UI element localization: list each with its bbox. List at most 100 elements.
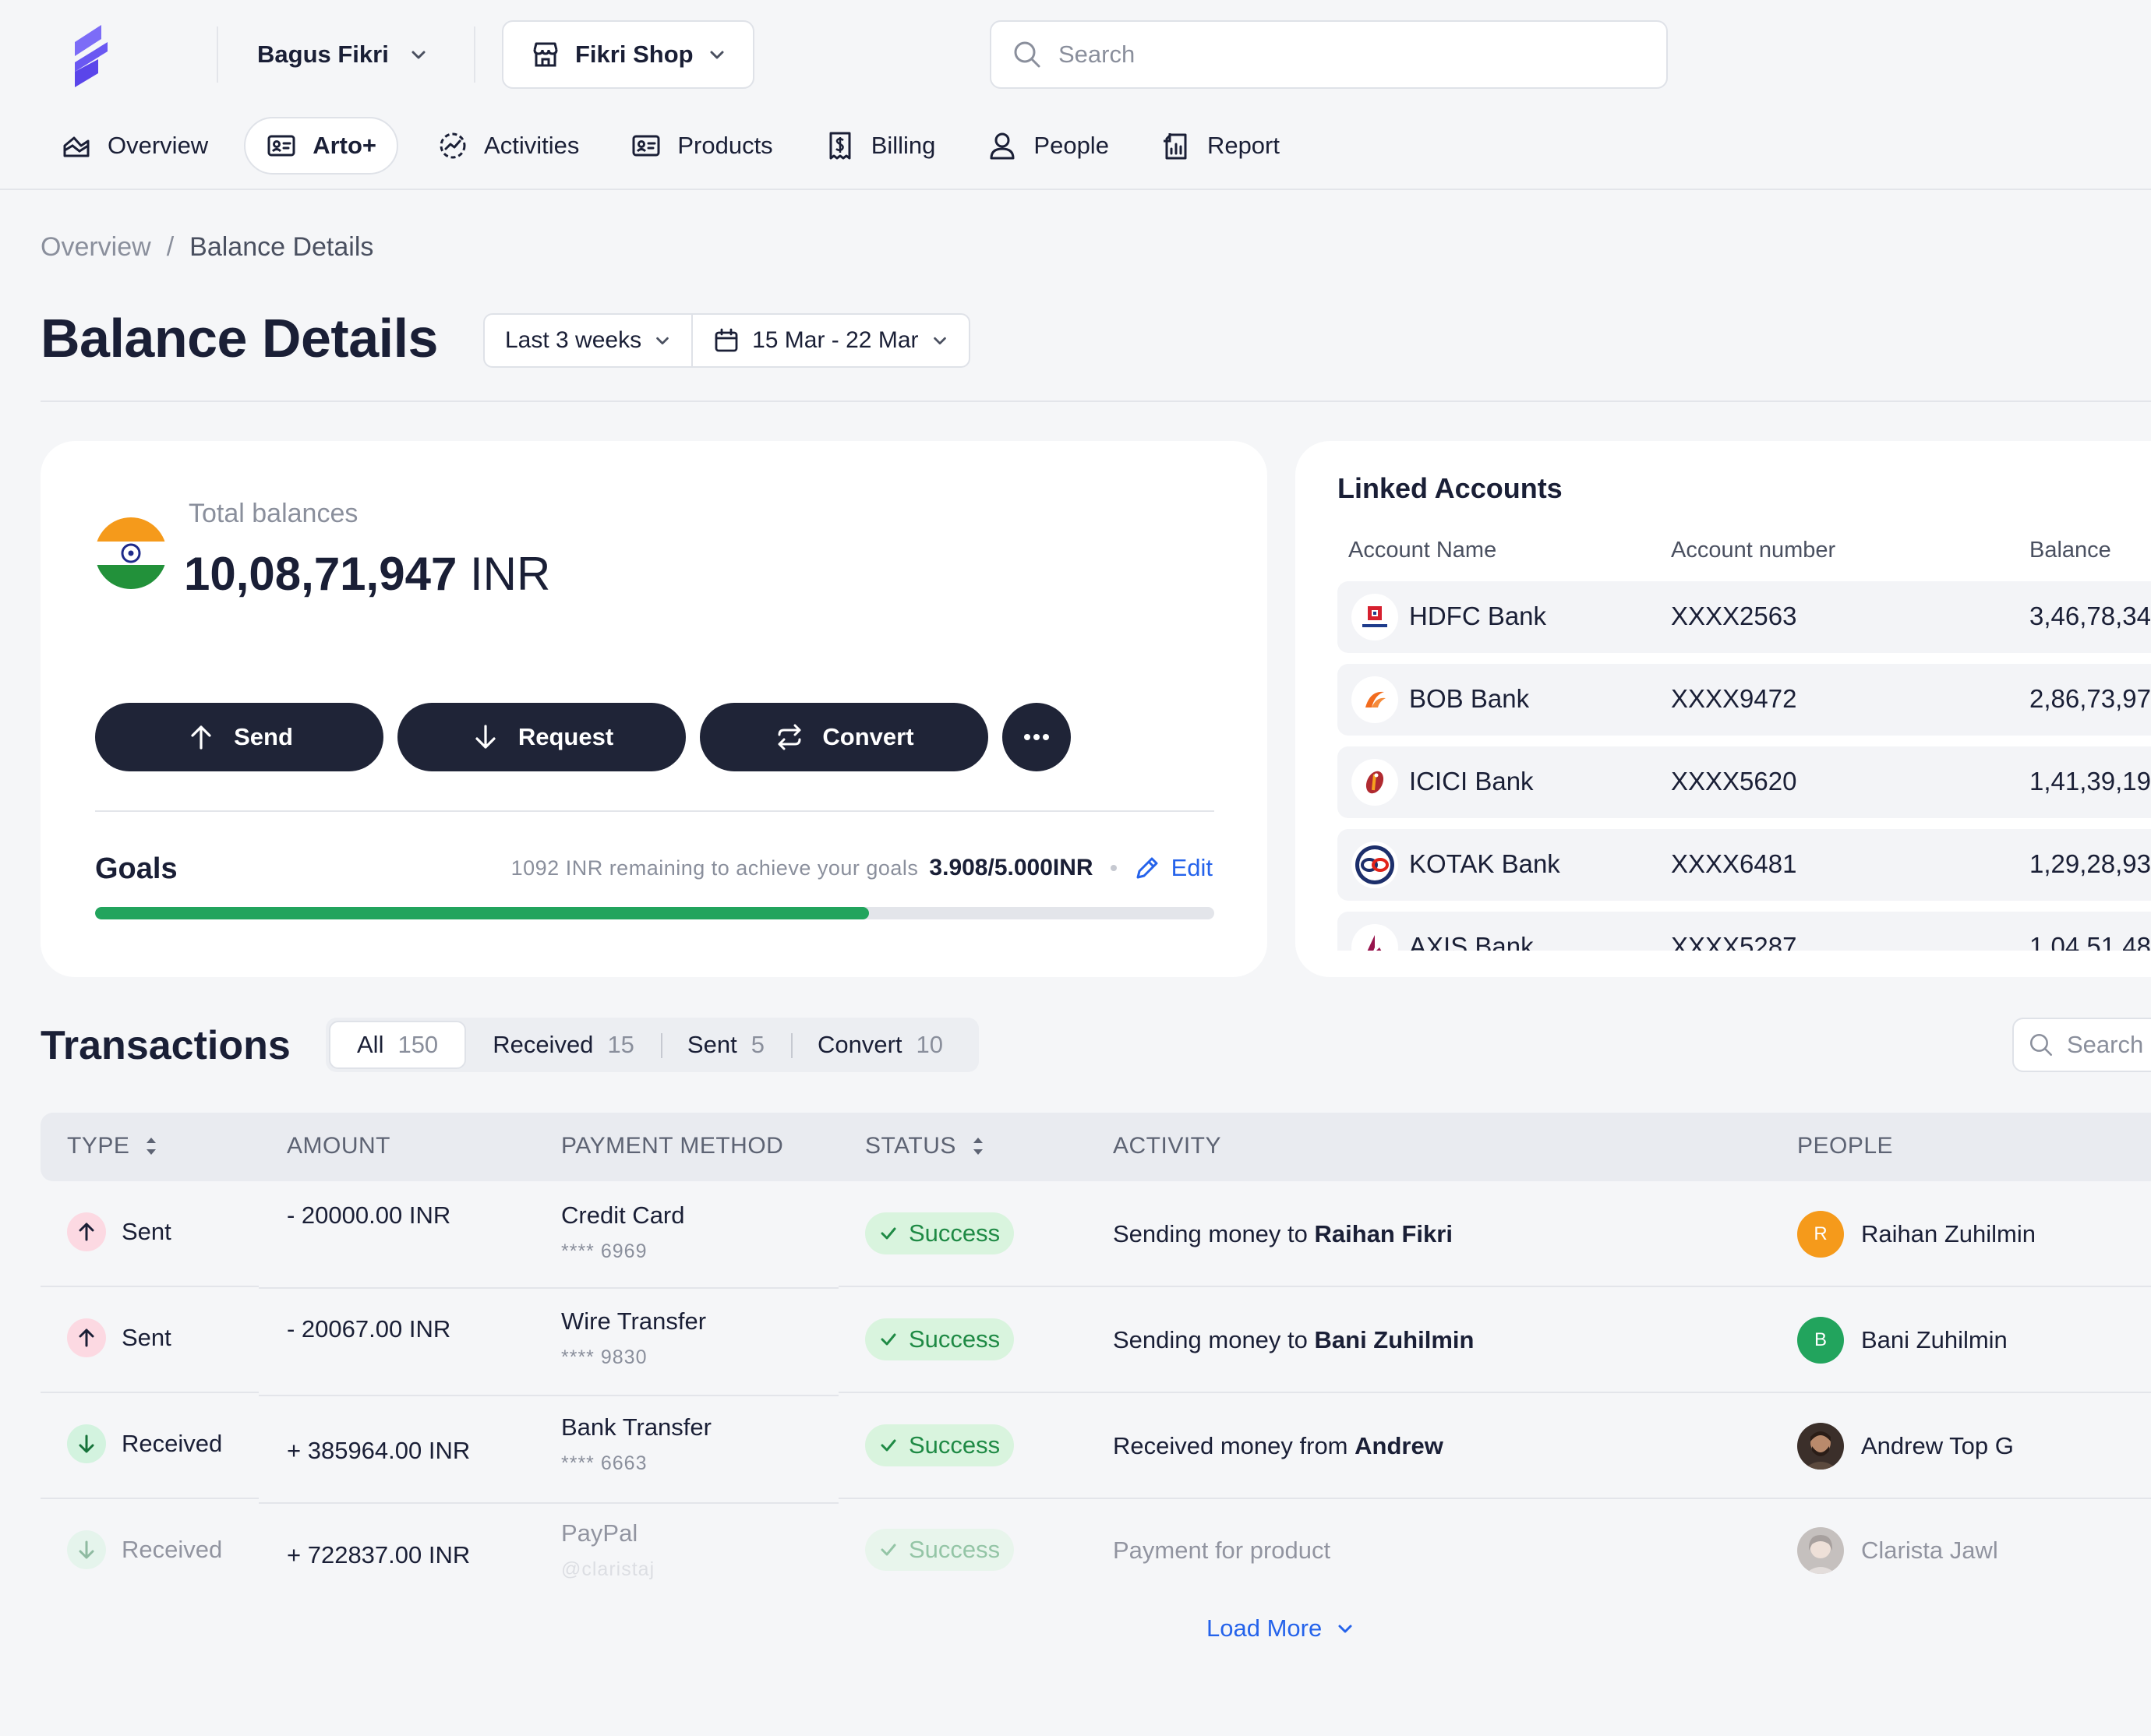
- type-cell: Received: [67, 1530, 222, 1569]
- check-icon: [881, 1544, 896, 1556]
- range-filter-label: Last 3 weeks: [505, 327, 642, 353]
- transaction-search-input[interactable]: [2067, 1031, 2151, 1059]
- linked-accounts-card: Linked Accounts Account Name Account num…: [1295, 441, 2151, 977]
- type-cell: Received: [67, 1424, 222, 1463]
- col-type[interactable]: TYPE: [67, 1133, 159, 1159]
- people-cell: Clarista Jawl: [1797, 1527, 1998, 1574]
- table-row[interactable]: Sent - 20000.00 INR Credit Card **** 696…: [41, 1181, 2151, 1287]
- status-label: Success: [909, 1219, 1001, 1247]
- payment-method: Bank Transfer **** 6663: [561, 1413, 712, 1475]
- tab-label: Convert: [817, 1031, 902, 1058]
- account-row[interactable]: ICICI Bank XXXX5620 1,41,39,199: [1337, 746, 2151, 818]
- convert-button[interactable]: Convert: [700, 703, 988, 771]
- account-name: HDFC Bank: [1409, 602, 1547, 630]
- table-row[interactable]: Received + 385964.00 INR Bank Transfer *…: [41, 1393, 2151, 1499]
- store-icon: [533, 42, 558, 67]
- activity-person: Andrew: [1355, 1432, 1443, 1459]
- status-label: Success: [909, 1431, 1001, 1459]
- chevron-down-icon: [656, 337, 669, 345]
- nav-item-products[interactable]: Products: [607, 117, 796, 175]
- account-row[interactable]: HDFC Bank XXXX2563 3,46,78,34: [1337, 581, 2151, 653]
- axis-logo-icon: [1351, 924, 1398, 951]
- send-button[interactable]: Send: [95, 703, 383, 771]
- india-flag-icon: [95, 517, 167, 589]
- transaction-search[interactable]: [2012, 1018, 2151, 1072]
- account-row[interactable]: KOTAK Bank XXXX6481 1,29,28,93: [1337, 829, 2151, 901]
- table-row[interactable]: Sent - 20067.00 INR Wire Transfer **** 9…: [41, 1287, 2151, 1393]
- payment-method: PayPal @claristaj: [561, 1519, 655, 1581]
- breadcrumb-link-overview[interactable]: Overview: [41, 232, 151, 263]
- more-options-button[interactable]: [1002, 703, 1071, 771]
- arrow-down-icon: [475, 725, 496, 749]
- brand-logo-icon[interactable]: [70, 23, 112, 89]
- nav-item-billing[interactable]: Billing: [801, 117, 959, 175]
- status-badge: Success: [865, 1424, 1015, 1466]
- account-row[interactable]: AXIS Bank XXXX5287 1,04,51,48: [1337, 912, 2151, 951]
- date-range-filter[interactable]: 15 Mar - 22 Mar: [691, 315, 968, 366]
- tab-count: 150: [397, 1031, 439, 1058]
- calendar-icon: [715, 328, 738, 352]
- tab-all[interactable]: All 150: [329, 1021, 467, 1069]
- tab-count: 15: [607, 1031, 634, 1058]
- nav-item-people[interactable]: People: [963, 117, 1132, 175]
- send-label: Send: [234, 723, 293, 750]
- tab-count: 10: [916, 1031, 943, 1058]
- status-badge: Success: [865, 1212, 1015, 1254]
- nav-item-report[interactable]: Report: [1137, 117, 1303, 175]
- col-payment-label: PAYMENT METHOD: [561, 1133, 784, 1159]
- app-frame: Bagus Fikri Fikri Shop Overview Arto+ Ac…: [0, 0, 2151, 1736]
- col-activity-label: ACTIVITY: [1113, 1133, 1222, 1159]
- person-name: Raihan Zuhilmin: [1861, 1220, 2036, 1247]
- method-detail: **** 6663: [561, 1452, 648, 1474]
- tab-sent[interactable]: Sent 5: [660, 1021, 791, 1069]
- shop-switcher[interactable]: Fikri Shop: [502, 20, 754, 89]
- search-input[interactable]: [1058, 41, 1651, 69]
- type-cell: Sent: [67, 1318, 171, 1357]
- breadcrumb-separator: /: [166, 232, 175, 262]
- title-divider: [41, 400, 2151, 402]
- table-row[interactable]: Received + 722837.00 INR PayPal @clarist…: [41, 1499, 2151, 1605]
- nav-item-activities[interactable]: Activities: [414, 117, 602, 175]
- balance-value: 10,08,71,947: [184, 548, 457, 600]
- method-detail: @claristaj: [561, 1558, 655, 1580]
- convert-label: Convert: [822, 723, 914, 750]
- tab-convert[interactable]: Convert 10: [790, 1021, 970, 1069]
- arrow-up-icon: [67, 1318, 106, 1357]
- amount: + 385964.00 INR: [287, 1437, 471, 1464]
- breadcrumb: Overview / Balance Details: [41, 232, 373, 263]
- transactions-table-header: TYPE AMOUNT PAYMENT METHOD STATUS ACTIVI…: [41, 1113, 2151, 1181]
- col-amount: AMOUNT: [287, 1133, 390, 1159]
- person-name: Andrew Top G: [1861, 1432, 2014, 1459]
- linked-accounts-list: HDFC Bank XXXX2563 3,46,78,34 BOB Bank X…: [1337, 581, 2151, 951]
- nav-item-arto-plus[interactable]: Arto+: [244, 117, 399, 175]
- account-name: ICICI Bank: [1409, 767, 1534, 796]
- method-detail: **** 6969: [561, 1240, 648, 1262]
- global-search[interactable]: [990, 20, 1668, 89]
- tab-received[interactable]: Received 15: [466, 1021, 661, 1069]
- load-more-button[interactable]: Load More: [1206, 1614, 1355, 1642]
- nav-item-overview[interactable]: Overview: [61, 117, 231, 175]
- user-switcher[interactable]: Bagus Fikri: [257, 31, 428, 78]
- avatar-photo: [1797, 1527, 1844, 1574]
- sort-icon: [147, 1138, 157, 1155]
- nav-label: Activities: [484, 132, 580, 159]
- icici-logo-icon: [1351, 759, 1398, 806]
- id-card-icon: [267, 135, 295, 157]
- hdfc-logo-icon: [1351, 594, 1398, 640]
- edit-goals-button[interactable]: Edit: [1134, 854, 1213, 882]
- nav-label: Billing: [871, 132, 936, 159]
- arrow-down-icon: [67, 1424, 106, 1463]
- activity: Sending money to Raihan Fikri: [1113, 1220, 1453, 1248]
- check-icon: [881, 1439, 896, 1452]
- activity: Received money from Andrew: [1113, 1432, 1443, 1460]
- request-button[interactable]: Request: [397, 703, 686, 771]
- col-status-label: STATUS: [865, 1133, 956, 1159]
- arrow-up-icon: [67, 1212, 106, 1251]
- range-filter[interactable]: Last 3 weeks: [485, 315, 691, 366]
- arrow-up-icon: [191, 725, 211, 750]
- col-status[interactable]: STATUS: [865, 1133, 986, 1159]
- people-cell: Andrew Top G: [1797, 1423, 2014, 1470]
- activity-icon: [440, 132, 466, 159]
- account-row[interactable]: BOB Bank XXXX9472 2,86,73,97: [1337, 664, 2151, 736]
- avatar: B: [1797, 1317, 1844, 1364]
